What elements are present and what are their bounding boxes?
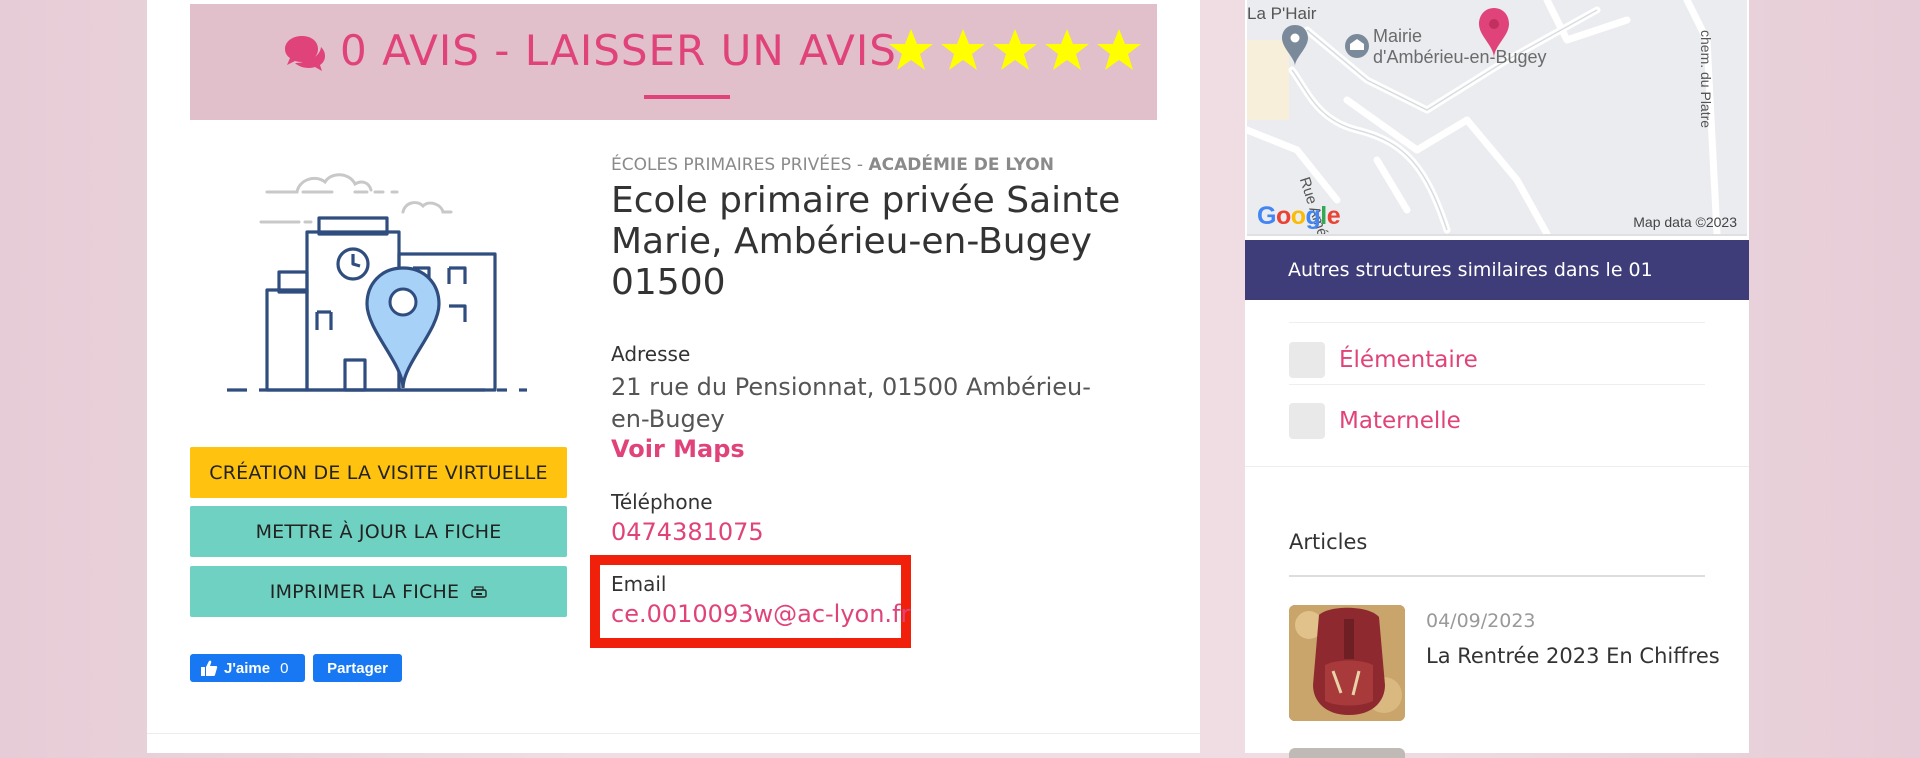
view-maps-link[interactable]: Voir Maps — [611, 435, 745, 463]
title-underline — [644, 95, 730, 99]
similar-structures-header: Autres structures similaires dans le 01 — [1245, 240, 1749, 300]
star-icon[interactable] — [991, 26, 1039, 74]
star-icon[interactable] — [887, 26, 935, 74]
school-name: Ecole primaire privée Sainte Marie, Ambé… — [611, 180, 1121, 303]
map-attribution[interactable]: Map data ©2023 — [1633, 214, 1737, 230]
rating-stars[interactable] — [887, 26, 1143, 74]
similar-item-label: Élémentaire — [1339, 347, 1478, 373]
comments-icon — [285, 36, 325, 71]
phone-label: Téléphone — [611, 490, 713, 514]
map-townhall-line1: Mairie — [1373, 26, 1423, 46]
print-button-label: IMPRIMER LA FICHE — [269, 580, 460, 603]
email-link[interactable]: ce.0010093w@ac-lyon.fr — [611, 600, 910, 628]
address-label: Adresse — [611, 342, 691, 366]
print-listing-button[interactable]: IMPRIMER LA FICHE — [190, 566, 567, 617]
map-townhall-line2: d'Ambérieu-en-Bugey — [1373, 47, 1547, 67]
like-label: J'aime — [224, 659, 271, 677]
star-icon[interactable] — [939, 26, 987, 74]
divider — [1289, 322, 1705, 323]
checkbox[interactable] — [1289, 342, 1325, 378]
similar-item-maternelle[interactable]: Maternelle — [1289, 401, 1461, 441]
school-category: ÉCOLES PRIMAIRES PRIVÉES - ACADÉMIE DE L… — [611, 155, 1054, 175]
articles-heading: Articles — [1289, 530, 1368, 554]
facebook-like-button[interactable]: J'aime 0 — [190, 654, 305, 682]
divider — [1289, 384, 1705, 385]
section-divider — [1245, 466, 1749, 467]
article-thumbnail[interactable] — [1289, 748, 1405, 758]
update-listing-button[interactable]: METTRE À JOUR LA FICHE — [190, 506, 567, 557]
section-divider — [147, 733, 1200, 734]
checkbox[interactable] — [1289, 403, 1325, 439]
print-icon — [471, 585, 487, 598]
create-virtual-tour-button[interactable]: CRÉATION DE LA VISITE VIRTUELLE — [190, 447, 567, 498]
category-label: ÉCOLES PRIMAIRES PRIVÉES - — [611, 155, 869, 175]
review-banner[interactable]: 0 AVIS - LAISSER UN AVIS — [190, 4, 1157, 120]
school-detail-card: 0 AVIS - LAISSER UN AVIS CRÉATION DE LA … — [147, 0, 1200, 753]
google-logo[interactable]: Google — [1257, 202, 1341, 231]
star-icon[interactable] — [1095, 26, 1143, 74]
similar-item-elementaire[interactable]: Élémentaire — [1289, 340, 1478, 380]
map-place-label: La P'Hair — [1247, 4, 1317, 23]
articles-divider — [1289, 575, 1705, 577]
map-street-label: chem. du Platre — [1698, 30, 1714, 129]
article-date: 04/09/2023 — [1426, 610, 1536, 632]
review-title[interactable]: 0 AVIS - LAISSER UN AVIS — [340, 26, 897, 75]
like-count: 0 — [280, 659, 289, 677]
star-icon[interactable] — [1043, 26, 1091, 74]
school-building-illustration — [227, 173, 527, 392]
academy-label: ACADÉMIE DE LYON — [868, 155, 1054, 175]
facebook-share-button[interactable]: Partager — [313, 654, 402, 682]
similar-item-label: Maternelle — [1339, 408, 1461, 434]
article-title-link[interactable]: La Rentrée 2023 En Chiffres — [1426, 644, 1720, 668]
thumbs-up-icon — [201, 660, 218, 676]
address-value: 21 rue du Pensionnat, 01500 Ambérieu-en-… — [611, 373, 1091, 433]
map-townhall-label: Mairie d'Ambérieu-en-Bugey — [1373, 26, 1547, 68]
email-label: Email — [611, 572, 667, 596]
map-widget[interactable]: La P'Hair Mairie d'Ambérieu-en-Bugey Rue… — [1247, 0, 1747, 236]
backpack-image — [1289, 605, 1405, 721]
article-thumbnail[interactable] — [1289, 605, 1405, 721]
phone-link[interactable]: 0474381075 — [611, 518, 764, 546]
